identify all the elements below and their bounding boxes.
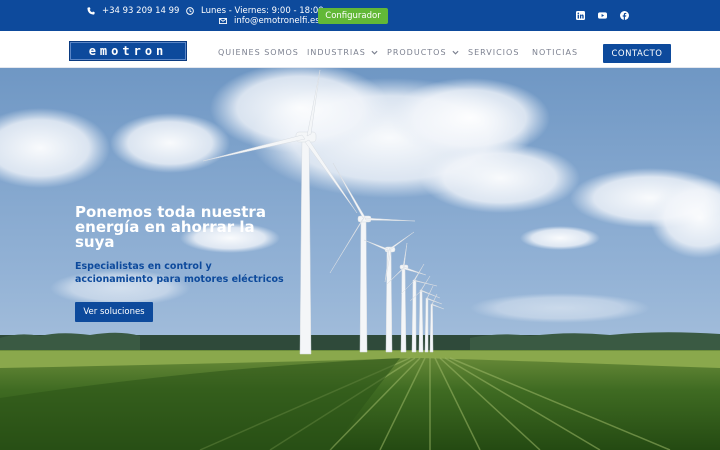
linkedin-link[interactable] [576, 11, 585, 20]
phone-icon [87, 7, 95, 15]
nav-item-industrias[interactable]: INDUSTRIAS [307, 48, 378, 57]
nav-item-noticias[interactable]: NOTICIAS [532, 48, 578, 57]
phone-number: +34 93 209 14 99 [102, 6, 180, 16]
top-bar: +34 93 209 14 99 Lunes - Viernes: 9:00 -… [0, 0, 720, 31]
hours-text: Lunes - Viernes: 9:00 - 18:00 [201, 6, 324, 16]
clock-icon [186, 7, 194, 15]
ver-soluciones-button[interactable]: Ver soluciones [75, 302, 153, 322]
contact-button[interactable]: CONTACTO [603, 44, 671, 63]
youtube-link[interactable] [598, 11, 607, 20]
nav-item-label: QUIENES SOMOS [218, 48, 299, 57]
nav-item-quienes-somos[interactable]: QUIENES SOMOS [218, 48, 299, 57]
emotron-logo[interactable]: emotron [69, 41, 187, 61]
email-contact[interactable]: info@emotronelfi.es [219, 16, 320, 26]
hero-subheadline: Especialistas en control y accionamiento… [75, 261, 284, 285]
envelope-icon [219, 17, 227, 25]
hero-banner: Ponemos toda nuestra energía en ahorrar … [0, 68, 720, 450]
hero-headline: Ponemos toda nuestra energía en ahorrar … [75, 203, 266, 251]
facebook-icon [620, 11, 629, 20]
chevron-down-icon [452, 50, 459, 55]
wind-farm-background-image [0, 68, 720, 450]
nav-item-label: SERVICIOS [468, 48, 520, 57]
nav-item-productos[interactable]: PRODUCTOS [387, 48, 459, 57]
office-hours: Lunes - Viernes: 9:00 - 18:00 [186, 6, 324, 16]
nav-item-label: PRODUCTOS [387, 48, 447, 57]
nav-item-label: INDUSTRIAS [307, 48, 366, 57]
chevron-down-icon [371, 50, 378, 55]
nav-item-servicios[interactable]: SERVICIOS [468, 48, 519, 57]
main-navigation: emotron QUIENES SOMOS INDUSTRIAS PRODUCT… [0, 31, 720, 68]
phone-contact[interactable]: +34 93 209 14 99 [87, 6, 179, 16]
configurator-button[interactable]: Configurador [318, 8, 388, 24]
linkedin-icon [576, 11, 585, 20]
youtube-icon [598, 12, 607, 19]
nav-item-label: NOTICIAS [532, 48, 579, 57]
email-address: info@emotronelfi.es [234, 16, 320, 26]
facebook-link[interactable] [620, 11, 629, 20]
